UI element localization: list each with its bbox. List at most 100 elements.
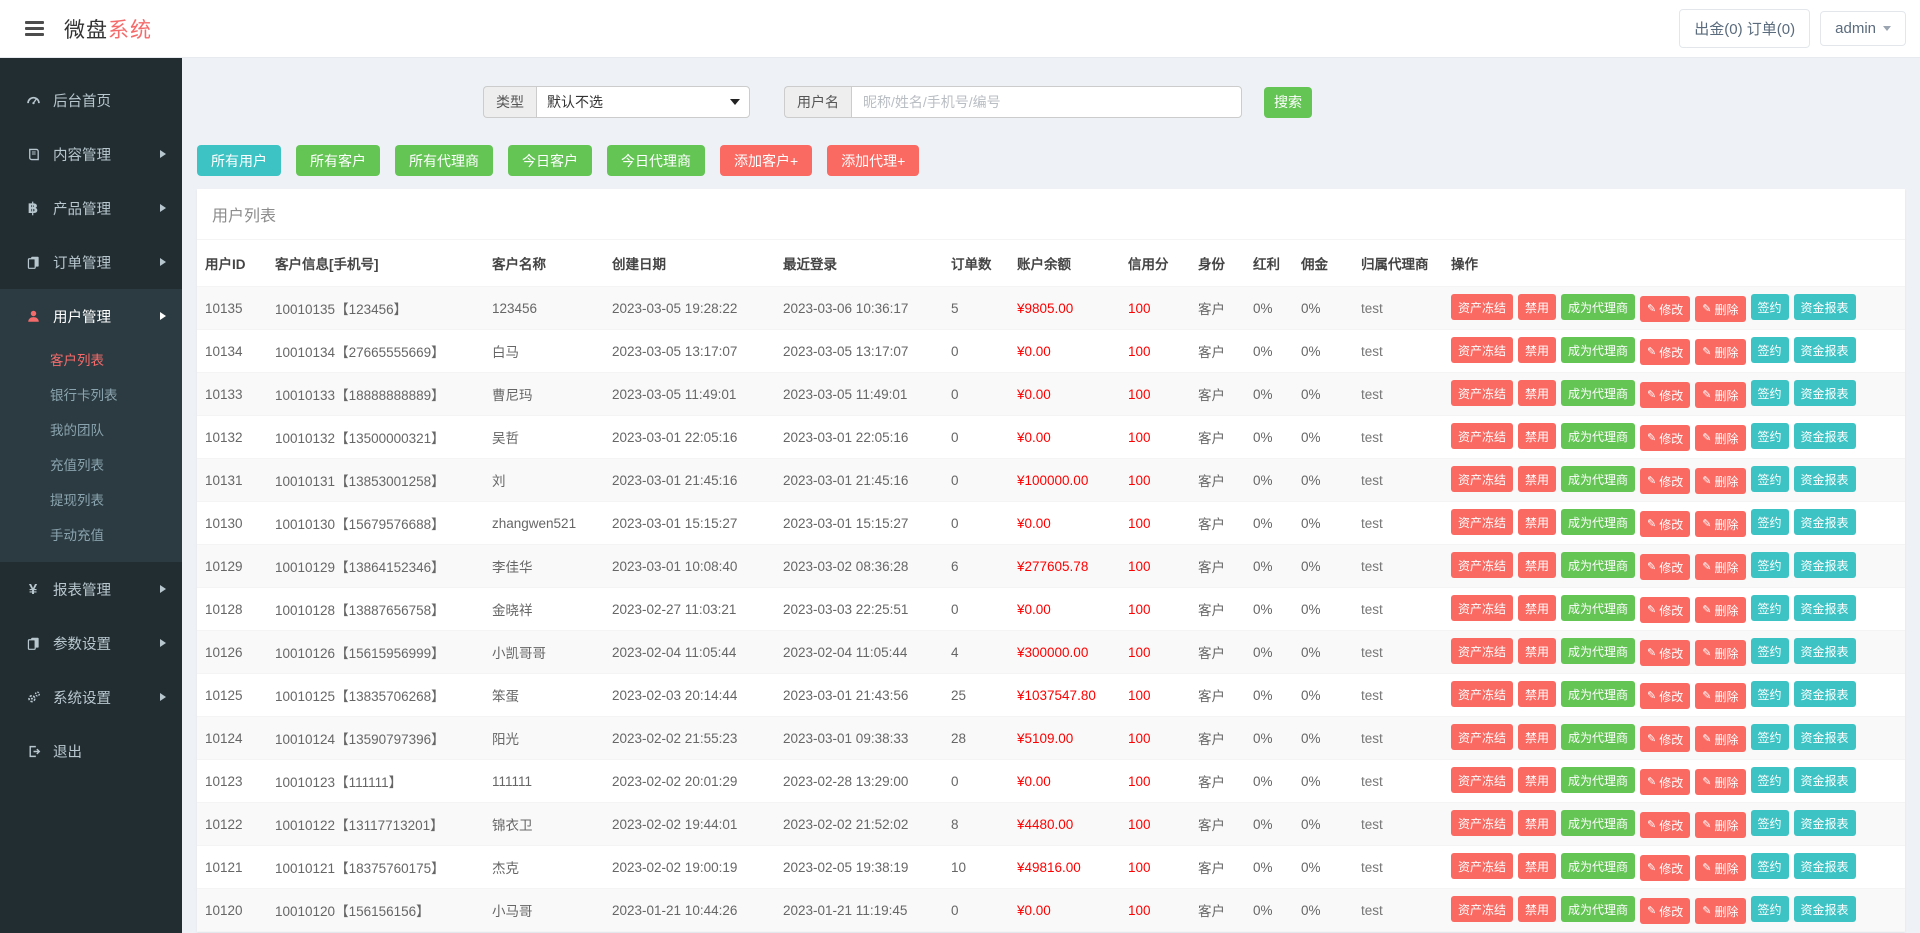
sign-contract-button[interactable]: 签约 bbox=[1751, 724, 1789, 750]
become-agent-button[interactable]: 成为代理商 bbox=[1561, 294, 1635, 320]
type-select[interactable]: 默认不选 bbox=[536, 86, 750, 118]
all-customers-button[interactable]: 所有客户 bbox=[296, 145, 380, 176]
delete-button[interactable]: ✎删除 bbox=[1695, 554, 1745, 580]
become-agent-button[interactable]: 成为代理商 bbox=[1561, 810, 1635, 836]
sign-contract-button[interactable]: 签约 bbox=[1751, 638, 1789, 664]
disable-button[interactable]: 禁用 bbox=[1518, 681, 1556, 707]
freeze-assets-button[interactable]: 资产冻结 bbox=[1451, 853, 1513, 879]
delete-button[interactable]: ✎删除 bbox=[1695, 339, 1745, 365]
funds-report-button[interactable]: 资金报表 bbox=[1794, 681, 1856, 707]
become-agent-button[interactable]: 成为代理商 bbox=[1561, 638, 1635, 664]
delete-button[interactable]: ✎删除 bbox=[1695, 296, 1745, 322]
edit-button[interactable]: ✎修改 bbox=[1640, 468, 1690, 494]
withdraw-orders-button[interactable]: 出金(0) 订单(0) bbox=[1679, 9, 1810, 48]
become-agent-button[interactable]: 成为代理商 bbox=[1561, 896, 1635, 922]
sidebar-subitem-withdraw-list[interactable]: 提现列表 bbox=[0, 483, 182, 518]
disable-button[interactable]: 禁用 bbox=[1518, 294, 1556, 320]
funds-report-button[interactable]: 资金报表 bbox=[1794, 337, 1856, 363]
add-agent-button[interactable]: 添加代理+ bbox=[827, 145, 919, 176]
sidebar-item-logout[interactable]: 退出 bbox=[0, 724, 182, 778]
funds-report-button[interactable]: 资金报表 bbox=[1794, 810, 1856, 836]
edit-button[interactable]: ✎修改 bbox=[1640, 597, 1690, 623]
sign-contract-button[interactable]: 签约 bbox=[1751, 466, 1789, 492]
freeze-assets-button[interactable]: 资产冻结 bbox=[1451, 337, 1513, 363]
funds-report-button[interactable]: 资金报表 bbox=[1794, 552, 1856, 578]
sidebar-subitem-my-team[interactable]: 我的团队 bbox=[0, 413, 182, 448]
edit-button[interactable]: ✎修改 bbox=[1640, 296, 1690, 322]
freeze-assets-button[interactable]: 资产冻结 bbox=[1451, 810, 1513, 836]
sidebar-item-products[interactable]: ฿产品管理 bbox=[0, 181, 182, 235]
delete-button[interactable]: ✎删除 bbox=[1695, 511, 1745, 537]
today-agents-button[interactable]: 今日代理商 bbox=[607, 145, 705, 176]
funds-report-button[interactable]: 资金报表 bbox=[1794, 380, 1856, 406]
become-agent-button[interactable]: 成为代理商 bbox=[1561, 337, 1635, 363]
freeze-assets-button[interactable]: 资产冻结 bbox=[1451, 294, 1513, 320]
edit-button[interactable]: ✎修改 bbox=[1640, 554, 1690, 580]
funds-report-button[interactable]: 资金报表 bbox=[1794, 767, 1856, 793]
disable-button[interactable]: 禁用 bbox=[1518, 509, 1556, 535]
become-agent-button[interactable]: 成为代理商 bbox=[1561, 724, 1635, 750]
sidebar-subitem-bank-card-list[interactable]: 银行卡列表 bbox=[0, 378, 182, 413]
become-agent-button[interactable]: 成为代理商 bbox=[1561, 509, 1635, 535]
become-agent-button[interactable]: 成为代理商 bbox=[1561, 853, 1635, 879]
disable-button[interactable]: 禁用 bbox=[1518, 466, 1556, 492]
edit-button[interactable]: ✎修改 bbox=[1640, 769, 1690, 795]
freeze-assets-button[interactable]: 资产冻结 bbox=[1451, 380, 1513, 406]
hamburger-menu-icon[interactable] bbox=[21, 17, 48, 40]
search-button[interactable]: 搜索 bbox=[1264, 87, 1312, 118]
freeze-assets-button[interactable]: 资产冻结 bbox=[1451, 466, 1513, 492]
delete-button[interactable]: ✎删除 bbox=[1695, 468, 1745, 494]
sidebar-item-content[interactable]: 内容管理 bbox=[0, 127, 182, 181]
freeze-assets-button[interactable]: 资产冻结 bbox=[1451, 595, 1513, 621]
become-agent-button[interactable]: 成为代理商 bbox=[1561, 466, 1635, 492]
become-agent-button[interactable]: 成为代理商 bbox=[1561, 681, 1635, 707]
funds-report-button[interactable]: 资金报表 bbox=[1794, 638, 1856, 664]
sidebar-item-system[interactable]: 系统设置 bbox=[0, 670, 182, 724]
add-customer-button[interactable]: 添加客户+ bbox=[720, 145, 812, 176]
delete-button[interactable]: ✎删除 bbox=[1695, 425, 1745, 451]
delete-button[interactable]: ✎删除 bbox=[1695, 812, 1745, 838]
funds-report-button[interactable]: 资金报表 bbox=[1794, 896, 1856, 922]
sign-contract-button[interactable]: 签约 bbox=[1751, 552, 1789, 578]
freeze-assets-button[interactable]: 资产冻结 bbox=[1451, 509, 1513, 535]
become-agent-button[interactable]: 成为代理商 bbox=[1561, 423, 1635, 449]
sign-contract-button[interactable]: 签约 bbox=[1751, 423, 1789, 449]
delete-button[interactable]: ✎删除 bbox=[1695, 769, 1745, 795]
disable-button[interactable]: 禁用 bbox=[1518, 724, 1556, 750]
today-customers-button[interactable]: 今日客户 bbox=[508, 145, 592, 176]
freeze-assets-button[interactable]: 资产冻结 bbox=[1451, 724, 1513, 750]
edit-button[interactable]: ✎修改 bbox=[1640, 812, 1690, 838]
funds-report-button[interactable]: 资金报表 bbox=[1794, 423, 1856, 449]
admin-user-menu[interactable]: admin bbox=[1820, 11, 1906, 46]
become-agent-button[interactable]: 成为代理商 bbox=[1561, 767, 1635, 793]
sign-contract-button[interactable]: 签约 bbox=[1751, 337, 1789, 363]
freeze-assets-button[interactable]: 资产冻结 bbox=[1451, 681, 1513, 707]
delete-button[interactable]: ✎删除 bbox=[1695, 597, 1745, 623]
edit-button[interactable]: ✎修改 bbox=[1640, 855, 1690, 881]
delete-button[interactable]: ✎删除 bbox=[1695, 640, 1745, 666]
freeze-assets-button[interactable]: 资产冻结 bbox=[1451, 767, 1513, 793]
sign-contract-button[interactable]: 签约 bbox=[1751, 294, 1789, 320]
freeze-assets-button[interactable]: 资产冻结 bbox=[1451, 423, 1513, 449]
disable-button[interactable]: 禁用 bbox=[1518, 810, 1556, 836]
sidebar-item-orders[interactable]: 订单管理 bbox=[0, 235, 182, 289]
sidebar-subitem-recharge-list[interactable]: 充值列表 bbox=[0, 448, 182, 483]
freeze-assets-button[interactable]: 资产冻结 bbox=[1451, 896, 1513, 922]
sign-contract-button[interactable]: 签约 bbox=[1751, 509, 1789, 535]
funds-report-button[interactable]: 资金报表 bbox=[1794, 595, 1856, 621]
disable-button[interactable]: 禁用 bbox=[1518, 896, 1556, 922]
edit-button[interactable]: ✎修改 bbox=[1640, 683, 1690, 709]
sidebar-item-reports[interactable]: ¥报表管理 bbox=[0, 562, 182, 616]
sign-contract-button[interactable]: 签约 bbox=[1751, 595, 1789, 621]
disable-button[interactable]: 禁用 bbox=[1518, 337, 1556, 363]
funds-report-button[interactable]: 资金报表 bbox=[1794, 724, 1856, 750]
disable-button[interactable]: 禁用 bbox=[1518, 423, 1556, 449]
all-agents-button[interactable]: 所有代理商 bbox=[395, 145, 493, 176]
delete-button[interactable]: ✎删除 bbox=[1695, 382, 1745, 408]
sign-contract-button[interactable]: 签约 bbox=[1751, 681, 1789, 707]
sidebar-item-params[interactable]: 参数设置 bbox=[0, 616, 182, 670]
disable-button[interactable]: 禁用 bbox=[1518, 380, 1556, 406]
become-agent-button[interactable]: 成为代理商 bbox=[1561, 380, 1635, 406]
disable-button[interactable]: 禁用 bbox=[1518, 767, 1556, 793]
sign-contract-button[interactable]: 签约 bbox=[1751, 380, 1789, 406]
